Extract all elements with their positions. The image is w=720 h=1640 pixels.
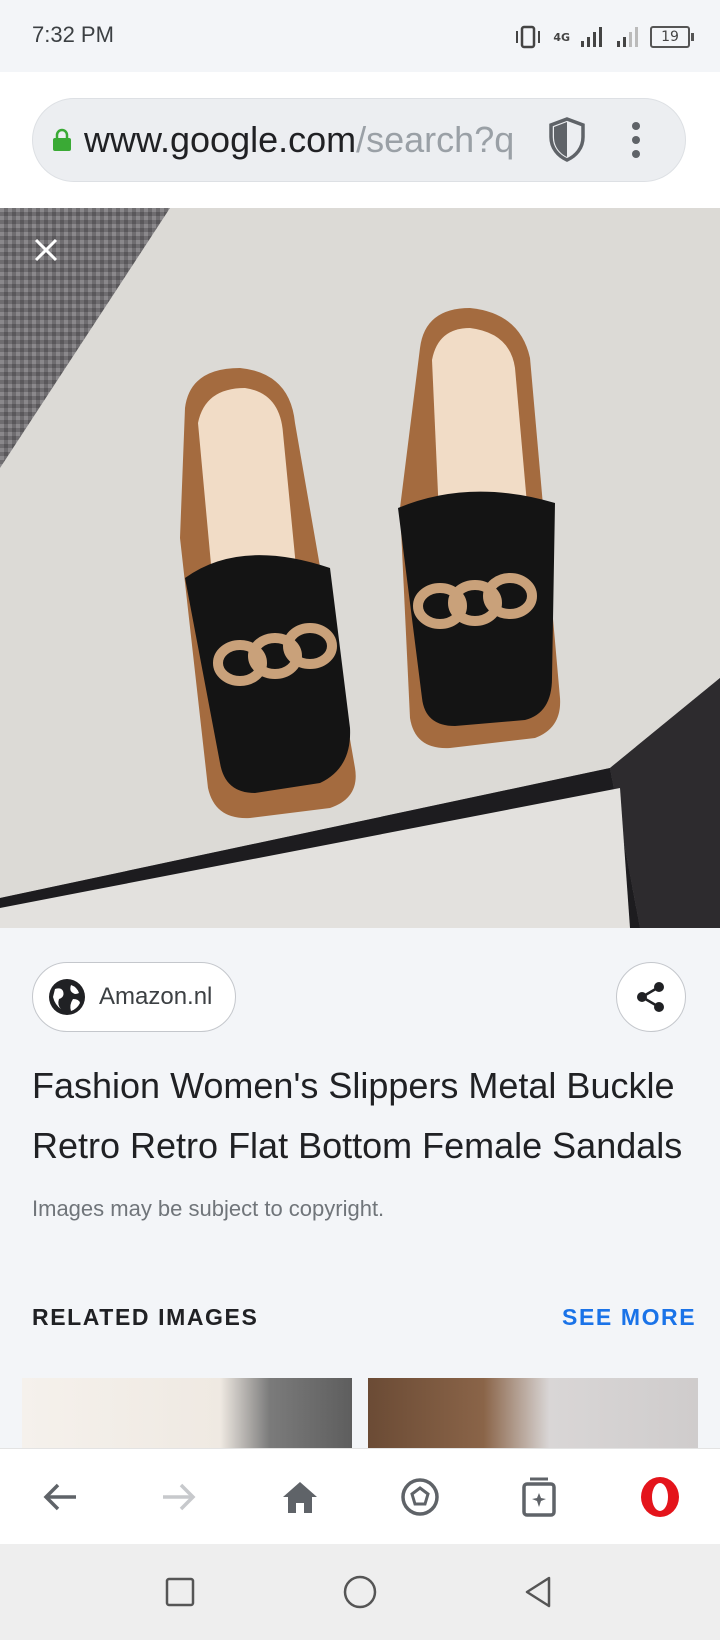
copyright-note: Images may be subject to copyright.: [32, 1196, 385, 1221]
recents-button[interactable]: [158, 1570, 202, 1614]
url-host: www.google.com: [84, 119, 357, 160]
related-thumbnail[interactable]: [368, 1378, 698, 1448]
back-icon: [43, 1483, 76, 1511]
back-button[interactable]: [35, 1472, 85, 1522]
vibrate-icon: [516, 25, 541, 49]
source-chip[interactable]: Amazon.nl: [32, 962, 236, 1032]
source-label: Amazon.nl: [99, 983, 213, 1010]
more-vert-icon[interactable]: [624, 120, 648, 160]
battery-indicator: 19: [650, 26, 694, 48]
sandals-photo: [0, 208, 720, 928]
shield-icon[interactable]: [548, 116, 586, 162]
back-triangle-icon: [525, 1576, 551, 1608]
signal-icon: [581, 27, 602, 47]
status-time: 7:32 PM: [32, 22, 114, 47]
speed-dial-button[interactable]: [395, 1472, 445, 1522]
signal-icon-2: [617, 27, 638, 47]
share-icon: [637, 982, 664, 1012]
forward-icon: [163, 1483, 196, 1511]
related-images-heading: RELATED IMAGES: [32, 1304, 259, 1330]
speed-dial-icon: [401, 1478, 439, 1516]
home-icon: [283, 1482, 317, 1513]
tabs-button[interactable]: [514, 1472, 564, 1522]
back-system-button[interactable]: [516, 1570, 560, 1614]
result-title[interactable]: Fashion Women's Slippers Metal Buckle Re…: [32, 1056, 692, 1176]
home-circle-icon: [343, 1575, 377, 1609]
lock-icon: [53, 128, 71, 151]
home-button[interactable]: [275, 1472, 325, 1522]
opera-menu-icon: [641, 1477, 679, 1517]
recents-icon: [165, 1577, 195, 1607]
globe-icon: [49, 979, 85, 1015]
tabs-icon: [522, 1477, 556, 1517]
see-more-link[interactable]: SEE MORE: [562, 1304, 696, 1331]
opera-menu-button[interactable]: [635, 1472, 685, 1522]
product-image[interactable]: [0, 208, 720, 928]
share-button[interactable]: [616, 962, 686, 1032]
related-thumbnail[interactable]: [22, 1378, 352, 1448]
close-icon[interactable]: [28, 232, 64, 268]
status-icons: 4G 19: [513, 22, 694, 52]
forward-button[interactable]: [154, 1472, 204, 1522]
url-text[interactable]: www.google.com/search?q: [84, 116, 532, 164]
home-system-button[interactable]: [338, 1570, 382, 1614]
network-type: 4G: [553, 30, 570, 44]
browser-bottom-nav: [0, 1448, 720, 1545]
url-path: /search?q: [356, 119, 515, 160]
